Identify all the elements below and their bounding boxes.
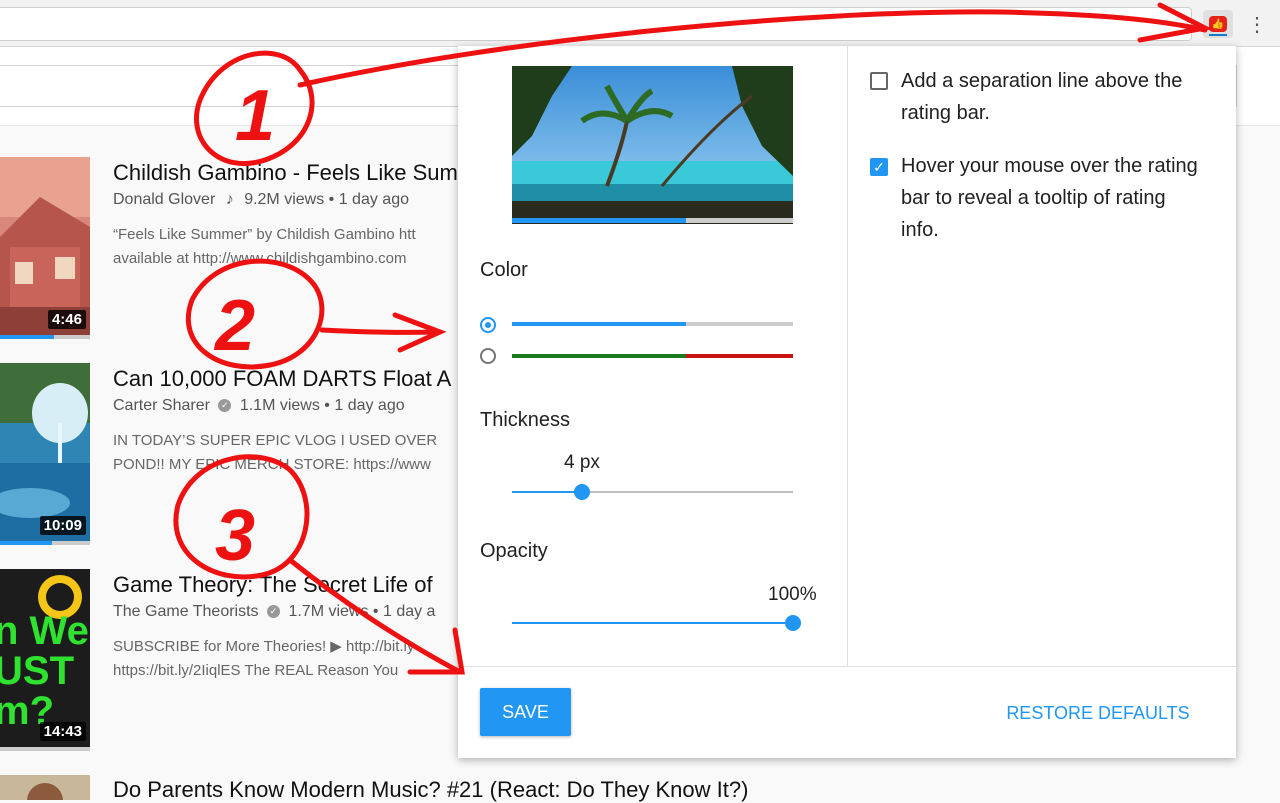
color-radio-blue[interactable]: [480, 317, 496, 333]
save-button[interactable]: SAVE: [480, 688, 571, 736]
tooltip-checkbox[interactable]: ✓: [870, 158, 888, 176]
separation-line-label[interactable]: Add a separation line above the rating b…: [901, 65, 1201, 129]
color-option-green-red[interactable]: [512, 354, 793, 358]
color-radio-green-red[interactable]: [480, 348, 496, 364]
views-and-age: 9.2M views • 1 day ago: [244, 191, 409, 208]
duration-badge: 14:43: [39, 722, 86, 741]
verified-icon: ✓: [218, 399, 232, 413]
thumbs-up-icon: 👍: [1209, 16, 1227, 32]
preview-rating-bar: [512, 218, 793, 223]
color-label: Color: [480, 259, 528, 281]
opacity-slider[interactable]: [512, 615, 801, 631]
thumbnail-text: n We UST m?: [0, 609, 89, 733]
video-thumbnail[interactable]: 10:09: [0, 363, 90, 545]
video-title[interactable]: Game Theory: The Secret Life of: [113, 572, 463, 598]
watch-progress: [0, 747, 90, 751]
thumbnail-image: [0, 775, 90, 800]
horizontal-divider: [458, 666, 1236, 667]
opacity-slider-fill: [512, 622, 793, 624]
tooltip-label[interactable]: Hover your mouse over the rating bar to …: [901, 150, 1201, 246]
opacity-label: Opacity: [480, 540, 548, 562]
extension-button[interactable]: 👍: [1203, 10, 1233, 38]
video-meta: Donald Glover ♪ 9.2M views • 1 day ago: [113, 191, 463, 209]
vertical-divider: [847, 46, 848, 666]
video-meta: The Game Theorists ✓ 1.7M views • 1 day …: [113, 603, 463, 621]
video-title[interactable]: Can 10,000 FOAM DARTS Float A: [113, 366, 463, 392]
extension-options-popup: Color Thickness 4 px Opacity 100% Add a …: [458, 46, 1236, 758]
verified-icon: ✓: [267, 605, 280, 619]
video-thumbnail[interactable]: [0, 775, 90, 800]
rating-bar-icon: [1209, 34, 1227, 36]
preview-image: [512, 66, 793, 224]
opacity-value: 100%: [768, 584, 817, 605]
views-and-age: 1.7M views • 1 day a: [288, 603, 436, 620]
browser-toolbar: 👍 ⋮: [0, 0, 1280, 47]
thickness-label: Thickness: [480, 409, 571, 431]
thickness-slider[interactable]: [512, 484, 793, 500]
channel-name[interactable]: Carter Sharer: [113, 397, 210, 414]
watch-progress: [0, 541, 90, 545]
separation-line-checkbox[interactable]: [870, 72, 888, 90]
video-thumbnail[interactable]: 4:46: [0, 157, 90, 339]
opacity-slider-thumb[interactable]: [785, 615, 801, 631]
video-title[interactable]: Childish Gambino - Feels Like Summer: [113, 160, 463, 186]
music-note-icon: ♪: [225, 191, 234, 208]
video-description: IN TODAY’S SUPER EPIC VLOG I USED OVER P…: [113, 432, 438, 473]
thickness-slider-fill: [512, 491, 583, 493]
video-description: “Feels Like Summer” by Childish Gambino …: [113, 226, 416, 267]
video-meta: Carter Sharer ✓ 1.1M views • 1 day ago: [113, 397, 463, 415]
duration-badge: 10:09: [39, 516, 86, 535]
list-item[interactable]: 10:09 Can 10,000 FOAM DARTS Float A Cart…: [0, 363, 470, 553]
beach-image: [512, 66, 793, 224]
video-description: SUBSCRIBE for More Theories! ▶ http://bi…: [113, 638, 415, 679]
video-thumbnail[interactable]: n We UST m? 14:43: [0, 569, 90, 751]
watch-progress: [0, 335, 90, 339]
thickness-slider-thumb[interactable]: [574, 484, 591, 500]
address-bar[interactable]: [0, 7, 1192, 41]
channel-name[interactable]: Donald Glover: [113, 191, 215, 208]
more-vert-icon[interactable]: ⋮: [1245, 10, 1269, 38]
views-and-age: 1.1M views • 1 day ago: [239, 397, 405, 414]
list-item[interactable]: n We UST m? 14:43 Game Theory: The Secre…: [0, 569, 470, 759]
channel-name[interactable]: The Game Theorists: [113, 603, 259, 620]
video-title[interactable]: Do Parents Know Modern Music? #21 (React…: [113, 777, 873, 803]
duration-badge: 4:46: [47, 310, 86, 329]
list-item[interactable]: 4:46 Childish Gambino - Feels Like Summe…: [0, 157, 470, 347]
thickness-value: 4 px: [564, 452, 600, 473]
color-option-blue-gray[interactable]: [512, 322, 793, 326]
list-item[interactable]: Do Parents Know Modern Music? #21 (React…: [0, 775, 900, 803]
restore-defaults-button[interactable]: RESTORE DEFAULTS: [998, 698, 1198, 728]
